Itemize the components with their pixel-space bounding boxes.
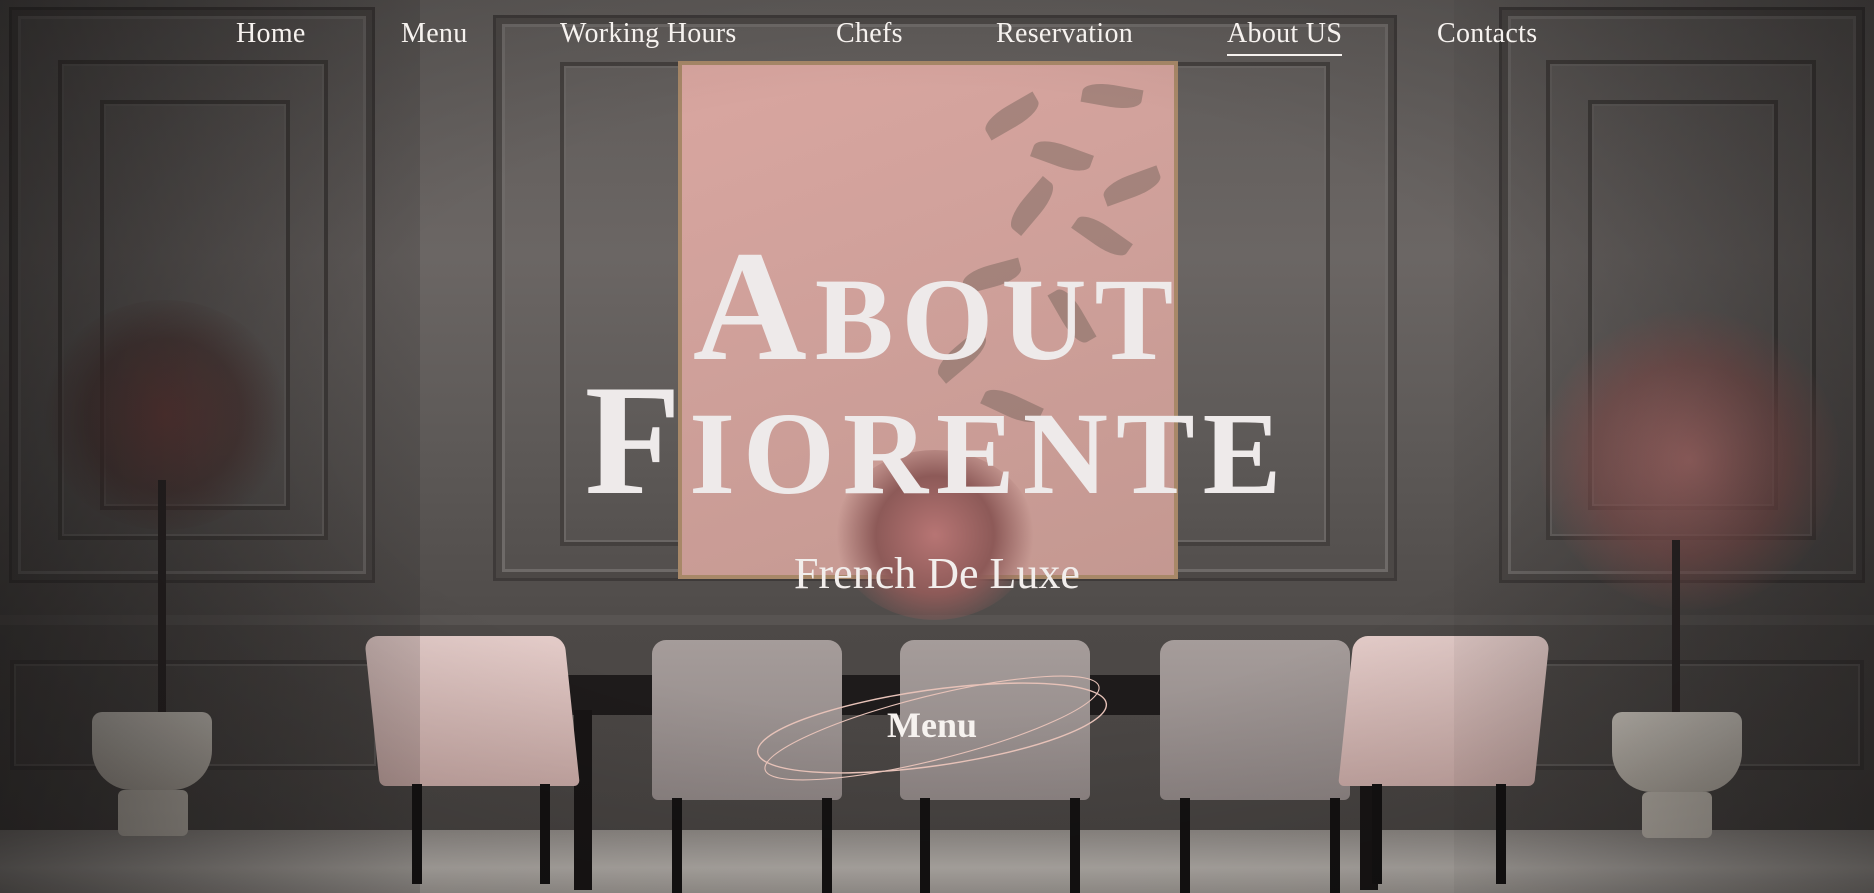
nav-chefs[interactable]: Chefs (836, 18, 903, 54)
hero-title-line-2: Fiorente (584, 353, 1290, 528)
menu-button[interactable]: Menu (752, 668, 1112, 788)
hero-subtitle: French De Luxe (794, 549, 1080, 598)
nav-working-hours[interactable]: Working Hours (560, 18, 737, 54)
nav-contacts[interactable]: Contacts (1437, 18, 1537, 54)
nav-menu[interactable]: Menu (401, 18, 468, 54)
nav-about-us[interactable]: About US (1227, 18, 1343, 56)
hero-title-line-1: About (692, 219, 1182, 394)
main-nav: Home Menu Working Hours Chefs Reservatio… (0, 18, 1874, 62)
nav-reservation[interactable]: Reservation (996, 18, 1133, 54)
menu-button-label: Menu (887, 705, 977, 745)
about-page: Home Menu Working Hours Chefs Reservatio… (0, 0, 1874, 893)
nav-home[interactable]: Home (236, 18, 306, 54)
